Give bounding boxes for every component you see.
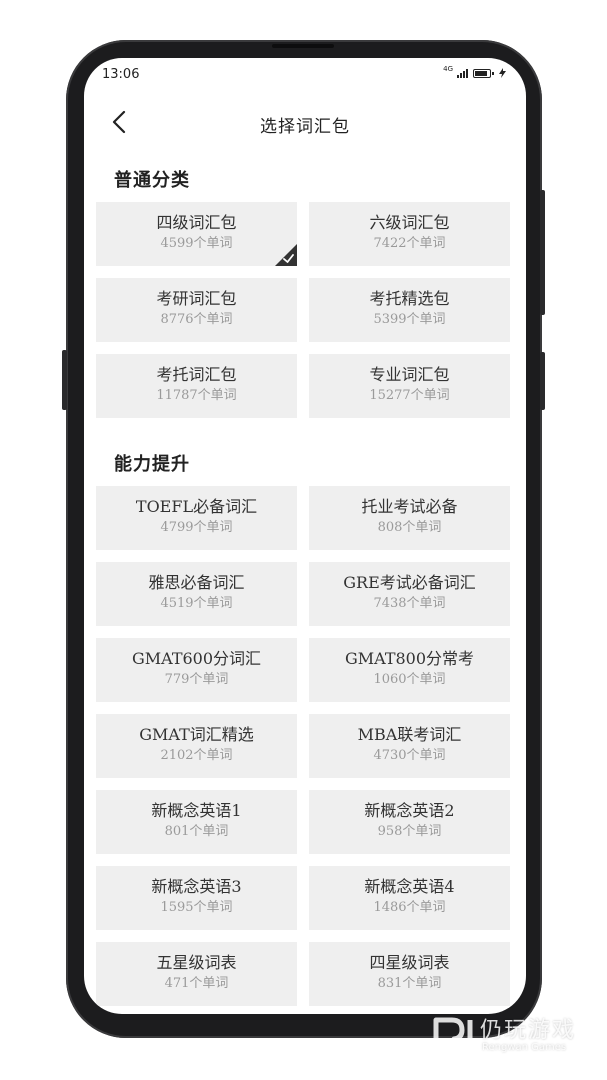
vocab-package-card[interactable]: 四星级词表 831个单词 (309, 942, 510, 1006)
signal-icon (457, 68, 468, 78)
vocab-package-name: 考托精选包 (369, 289, 450, 308)
status-bar: 13:06 4G (84, 58, 526, 92)
vocab-package-card[interactable]: GMAT600分词汇 779个单词 (96, 638, 297, 702)
status-time: 13:06 (102, 67, 140, 82)
vocab-package-count: 11787个单词 (156, 388, 237, 403)
vocab-package-card[interactable]: 托业考试必备 808个单词 (309, 486, 510, 550)
vocab-package-count: 1595个单词 (160, 900, 233, 915)
vocab-package-name: 新概念英语2 (364, 801, 455, 820)
section-title-advanced: 能力提升 (114, 454, 190, 475)
vocab-package-name: GMAT词汇精选 (139, 725, 254, 744)
vocab-package-name: MBA联考词汇 (357, 725, 462, 744)
watermark: 仍玩游戏 Rengwan Games (432, 1012, 592, 1062)
vocab-package-count: 7422个单词 (373, 236, 446, 251)
grid-advanced: TOEFL必备词汇 4799个单词 托业考试必备 808个单词雅思必备词汇 4519个单… (96, 486, 510, 1006)
vocab-package-count: 4519个单词 (160, 596, 233, 611)
vocab-package-count: 8776个单词 (160, 312, 233, 327)
vocab-package-name: 新概念英语1 (151, 801, 242, 820)
vocab-package-count: 1486个单词 (373, 900, 446, 915)
vocab-package-card[interactable]: 四级词汇包 4599个单词 (96, 202, 297, 266)
vocab-package-count: 4599个单词 (160, 236, 233, 251)
status-icons: 4G (443, 65, 506, 78)
vocab-package-card[interactable]: 新概念英语2 958个单词 (309, 790, 510, 854)
grid-general: 四级词汇包 4599个单词 六级词汇包 7422个单词考研词汇包 8776个单词 考托精选… (96, 202, 510, 418)
phone-speaker (272, 44, 334, 48)
phone-side-button (540, 190, 545, 315)
watermark-cn: 仍玩游戏 (480, 1018, 577, 1043)
vocab-package-count: 801个单词 (164, 824, 229, 839)
vocab-package-card[interactable]: 考研词汇包 8776个单词 (96, 278, 297, 342)
vocab-package-count: 7438个单词 (373, 596, 446, 611)
vocab-package-card[interactable]: GRE考试必备词汇 7438个单词 (309, 562, 510, 626)
phone-volume-button (62, 350, 67, 410)
vocab-package-count: 779个单词 (164, 672, 229, 687)
vocab-package-name: 考托词汇包 (156, 365, 237, 384)
vocab-package-count: 831个单词 (377, 976, 442, 991)
vocab-package-name: GMAT600分词汇 (131, 649, 262, 668)
page-title: 选择词汇包 (260, 117, 350, 137)
selected-check-icon (275, 244, 297, 266)
phone-power-button (540, 352, 545, 410)
vocab-package-count: 808个单词 (377, 520, 442, 535)
vocab-package-name: GMAT800分常考 (344, 649, 475, 668)
vocab-package-card[interactable]: GMAT词汇精选 2102个单词 (96, 714, 297, 778)
stage: 13:06 4G 选择词汇包 普通分类 四级词汇包 4599个单词 六级词汇包 … (0, 0, 607, 1080)
vocab-package-count: 2102个单词 (160, 748, 233, 763)
network-label: 4G (443, 65, 453, 73)
charging-icon (499, 68, 506, 78)
screen: 13:06 4G 选择词汇包 普通分类 四级词汇包 4599个单词 六级词汇包 … (84, 58, 526, 1014)
vocab-package-name: 新概念英语4 (364, 877, 455, 896)
vocab-package-count: 5399个单词 (373, 312, 446, 327)
vocab-package-card[interactable]: 专业词汇包 15277个单词 (309, 354, 510, 418)
vocab-package-card[interactable]: 五星级词表 471个单词 (96, 942, 297, 1006)
vocab-package-card[interactable]: 六级词汇包 7422个单词 (309, 202, 510, 266)
vocab-package-count: 471个单词 (164, 976, 229, 991)
vocab-package-count: 4799个单词 (160, 520, 233, 535)
vocab-package-card[interactable]: TOEFL必备词汇 4799个单词 (96, 486, 297, 550)
vocab-package-count: 1060个单词 (373, 672, 446, 687)
vocab-package-name: 雅思必备词汇 (148, 573, 245, 592)
vocab-package-name: 新概念英语3 (151, 877, 242, 896)
vocab-package-count: 4730个单词 (373, 748, 446, 763)
vocab-package-name: 专业词汇包 (369, 365, 450, 384)
vocab-package-name: 四级词汇包 (156, 213, 237, 232)
vocab-package-card[interactable]: 新概念英语4 1486个单词 (309, 866, 510, 930)
vocab-package-name: 四星级词表 (369, 953, 450, 972)
section-title-general: 普通分类 (114, 170, 190, 191)
vocab-package-name: 五星级词表 (156, 953, 237, 972)
vocab-package-name: GRE考试必备词汇 (343, 573, 476, 592)
vocab-package-name: TOEFL必备词汇 (135, 497, 258, 516)
vocab-package-card[interactable]: GMAT800分常考 1060个单词 (309, 638, 510, 702)
vocab-package-name: 六级词汇包 (369, 213, 450, 232)
vocab-package-card[interactable]: 新概念英语1 801个单词 (96, 790, 297, 854)
vocab-package-card[interactable]: 雅思必备词汇 4519个单词 (96, 562, 297, 626)
vocab-package-card[interactable]: 新概念英语3 1595个单词 (96, 866, 297, 930)
vocab-package-card[interactable]: 考托精选包 5399个单词 (309, 278, 510, 342)
app-header: 选择词汇包 (84, 102, 526, 142)
vocab-package-card[interactable]: MBA联考词汇 4730个单词 (309, 714, 510, 778)
watermark-en: Rengwan Games (482, 1042, 567, 1053)
watermark-logo-icon (433, 1017, 473, 1056)
vocab-package-name: 考研词汇包 (156, 289, 237, 308)
vocab-package-count: 15277个单词 (369, 388, 450, 403)
vocab-package-name: 托业考试必备 (361, 497, 458, 516)
vocab-package-count: 958个单词 (377, 824, 442, 839)
vocab-package-card[interactable]: 考托词汇包 11787个单词 (96, 354, 297, 418)
battery-icon (473, 68, 494, 78)
